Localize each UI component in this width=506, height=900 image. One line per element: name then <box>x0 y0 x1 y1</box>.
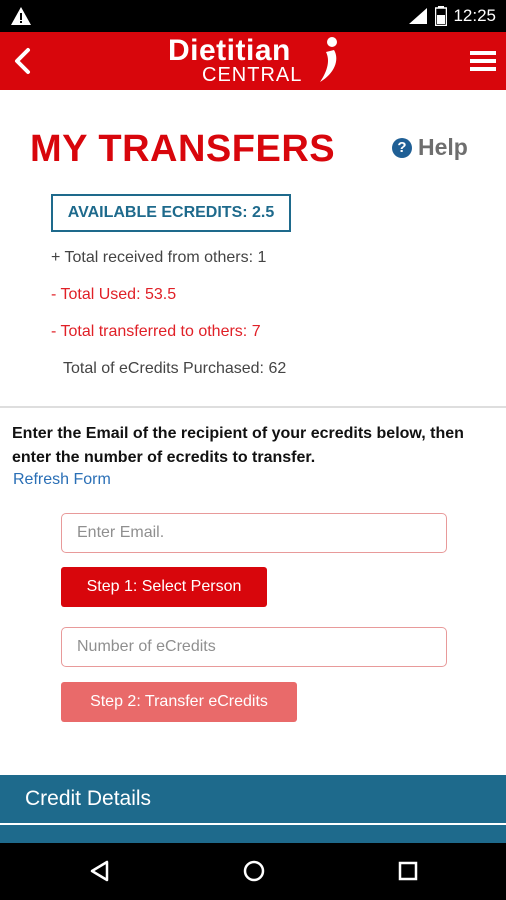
logo-figure-icon <box>320 37 337 82</box>
credit-details-header[interactable]: Credit Details <box>0 775 506 823</box>
stat-total-purchased: Total of eCredits Purchased: 62 <box>63 360 287 377</box>
stat-total-used: - Total Used: 53.5 <box>51 286 177 303</box>
app-bar: Dietitian CENTRAL <box>0 32 506 90</box>
dietitian-central-logo[interactable]: Dietitian CENTRAL <box>168 34 348 88</box>
refresh-form-link[interactable]: Refresh Form <box>13 471 111 489</box>
nav-home-icon[interactable] <box>240 857 268 885</box>
stat-total-transferred: - Total transferred to others: 7 <box>51 323 261 340</box>
help-link[interactable]: ? Help <box>392 134 468 161</box>
section-divider <box>0 406 506 408</box>
page-title: MY TRANSFERS <box>30 128 336 170</box>
help-icon: ? <box>392 137 412 158</box>
credit-details-next-row <box>0 825 506 843</box>
ecredits-placeholder: Number of eCredits <box>77 638 216 655</box>
credit-details-label: Credit Details <box>25 787 152 810</box>
system-nav-bar <box>0 843 506 900</box>
status-time: 12:25 <box>453 6 496 25</box>
select-person-button[interactable]: Step 1: Select Person <box>61 567 267 607</box>
nav-recents-icon[interactable] <box>394 857 422 885</box>
email-input[interactable]: Enter Email. <box>61 513 447 553</box>
hamburger-menu-icon[interactable] <box>468 46 498 76</box>
signal-icon <box>409 8 428 24</box>
transfer-instructions: Enter the Email of the recipient of your… <box>12 425 464 466</box>
logo-line2: CENTRAL <box>202 64 303 86</box>
warning-icon <box>11 7 31 25</box>
logo-line1: Dietitian <box>168 34 291 67</box>
transfer-ecredits-button[interactable]: Step 2: Transfer eCredits <box>61 682 297 722</box>
nav-back-icon[interactable] <box>86 857 114 885</box>
status-bar: 12:25 <box>0 0 506 32</box>
back-arrow-icon[interactable] <box>8 42 38 80</box>
stat-total-received: + Total received from others: 1 <box>51 249 267 266</box>
help-label: Help <box>418 134 468 160</box>
status-indicators: 12:25 <box>407 4 496 28</box>
ecredits-input[interactable]: Number of eCredits <box>61 627 447 667</box>
available-ecredits-badge: AVAILABLE ECREDITS: 2.5 <box>51 194 291 232</box>
email-placeholder: Enter Email. <box>77 524 165 541</box>
battery-icon <box>435 6 448 26</box>
